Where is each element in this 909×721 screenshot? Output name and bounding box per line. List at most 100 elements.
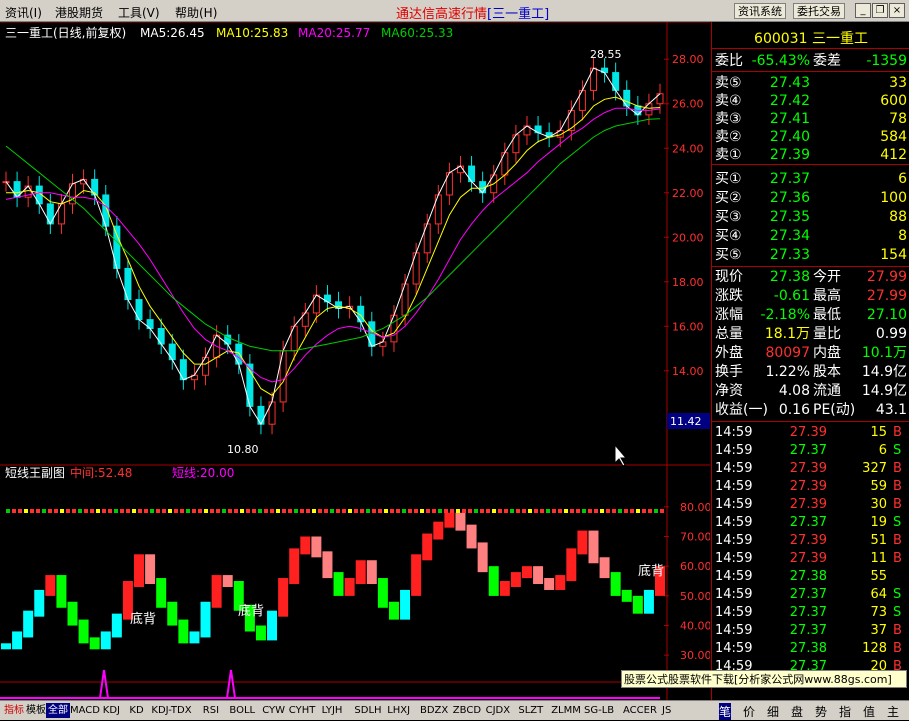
trade-button[interactable]: 委托交易 [793,3,845,19]
short-king-bar [267,610,278,641]
short-king-bar [289,548,300,585]
indicator-tab[interactable]: KDJ-TDX [149,703,193,718]
signal-dot [522,509,526,513]
signal-dot [660,509,664,513]
menu-item-info[interactable]: 资讯(I) [5,4,42,21]
quote-panel: 600031 三一重工 委比 -65.43% 委差 -1359 卖⑤ 27.43 3… [711,22,909,702]
menu-item-tools[interactable]: 工具(V) [118,4,160,21]
signal-dot [444,509,448,513]
signal-dot [294,509,298,513]
indicator-tab[interactable]: MACD [68,703,102,718]
indicator-tab[interactable]: SG-LB [582,703,616,718]
ma5-label: MA5:26.45 [140,26,205,40]
signal-dot [234,509,238,513]
signal-dot [432,509,436,513]
quote-tab[interactable]: 值 [863,703,875,720]
indicator-tab[interactable]: ACCER [621,703,659,718]
signal-dot [84,509,88,513]
low-annotation: 10.80 [227,443,259,456]
quote-tab[interactable]: 势 [815,703,827,720]
signal-dot [384,509,388,513]
indicator-tab[interactable]: LHXJ [385,703,412,718]
indicator-tab[interactable]: JS [660,703,673,718]
divergence-label-1: 底背 [130,611,156,627]
price-axis-label: 26.00 [672,98,704,111]
tick-row: 14:59 27.39 15 B [715,425,902,440]
quote-tab[interactable]: 指 [839,703,851,720]
sub-axis-label: 60.00 [680,560,710,573]
short-king-bar [100,631,111,650]
close-icon[interactable]: × [889,3,905,18]
indicator-tab[interactable]: CYW [260,703,287,718]
tick-row: 14:59 27.39 51 B [715,533,902,548]
minimize-icon[interactable]: _ [855,3,871,18]
info-system-button[interactable]: 资讯系统 [734,3,786,19]
signal-dot [342,509,346,513]
short-king-bar [45,575,56,596]
signal-dot [426,509,430,513]
short-line-spike [226,669,236,699]
signal-dot [462,509,466,513]
indicator-tab[interactable]: 指标 [2,703,26,718]
indicator-tab[interactable]: BDZX [418,703,450,718]
chart-area[interactable]: 28.00 26.00 24.00 22.00 20.00 18.00 16.00 14.00… [0,22,710,702]
menu-item-hk-futures[interactable]: 港股期货 [55,4,103,21]
short-king-bar [455,512,466,531]
menu-item-help[interactable]: 帮助(H) [175,4,217,21]
restore-icon[interactable]: ❐ [872,3,888,18]
signal-dot [66,509,70,513]
signal-dot [510,509,514,513]
signal-dot [180,509,184,513]
signal-dot [270,509,274,513]
indicator-tab[interactable]: SDLH [352,703,383,718]
quote-tab[interactable]: 主 [887,703,899,720]
sub-mid-label: 中间:52.48 [70,465,132,480]
short-king-bar [300,536,311,555]
indicator-tab[interactable]: RSI [201,703,221,718]
short-king-bar [222,575,233,587]
indicator-tab[interactable]: 模板 [24,703,48,718]
short-king-bar [466,524,477,549]
sub-axis-label: 80.00 [680,501,710,514]
kline-chart[interactable]: 28.00 26.00 24.00 22.00 20.00 18.00 16.00 14.00… [0,22,710,702]
signal-dot [408,509,412,513]
short-king-bar [145,554,156,585]
quote-tab[interactable]: 盘 [791,703,803,720]
indicator-tab[interactable]: KDJ [101,703,122,718]
price-axis-label: 20.00 [672,231,704,244]
indicator-tab[interactable]: CJDX [484,703,512,718]
short-king-bar [610,572,621,596]
ma-line-ma5 [5,67,661,426]
signal-dot [264,509,268,513]
indicator-tab[interactable]: 全部 [46,703,70,718]
quote-tab[interactable]: 细 [767,703,779,720]
indicator-tab[interactable]: LYJH [320,703,345,718]
short-king-bar [577,530,588,555]
short-king-bar [433,521,444,540]
indicator-tab[interactable]: SLZT [516,703,545,718]
indicator-tab[interactable]: BOLL [227,703,257,718]
signal-dot [114,509,118,513]
quote-tab[interactable]: 笔 [719,703,732,720]
signal-dot [108,509,112,513]
stat-row: 换手 1.22% 股本 14.9亿 [715,364,907,380]
stat-row: 外盘 80097 内盘 10.1万 [715,345,907,361]
short-king-bar [278,578,289,617]
stat-row: 净资 4.08 流通 14.9亿 [715,383,907,399]
signal-dot [312,509,316,513]
price-axis-label: 16.00 [672,320,704,333]
signal-dot [276,509,280,513]
signal-dot [558,509,562,513]
signal-dot [348,509,352,513]
indicator-tab[interactable]: ZBCD [451,703,483,718]
high-annotation: 28.55 [590,48,622,61]
signal-dot [78,509,82,513]
quote-tab[interactable]: 价 [743,703,755,720]
bid-row: 买② 27.36 100 [715,190,907,206]
indicator-tab[interactable]: KD [127,703,145,718]
ad-banner[interactable]: 股票公式股票软件下载[分析家公式网www.88gs.com] [621,670,907,688]
short-king-bar [156,578,167,608]
short-king-bar [333,572,344,596]
indicator-tab[interactable]: CYHT [287,703,318,718]
indicator-tab[interactable]: ZLMM [549,703,583,718]
